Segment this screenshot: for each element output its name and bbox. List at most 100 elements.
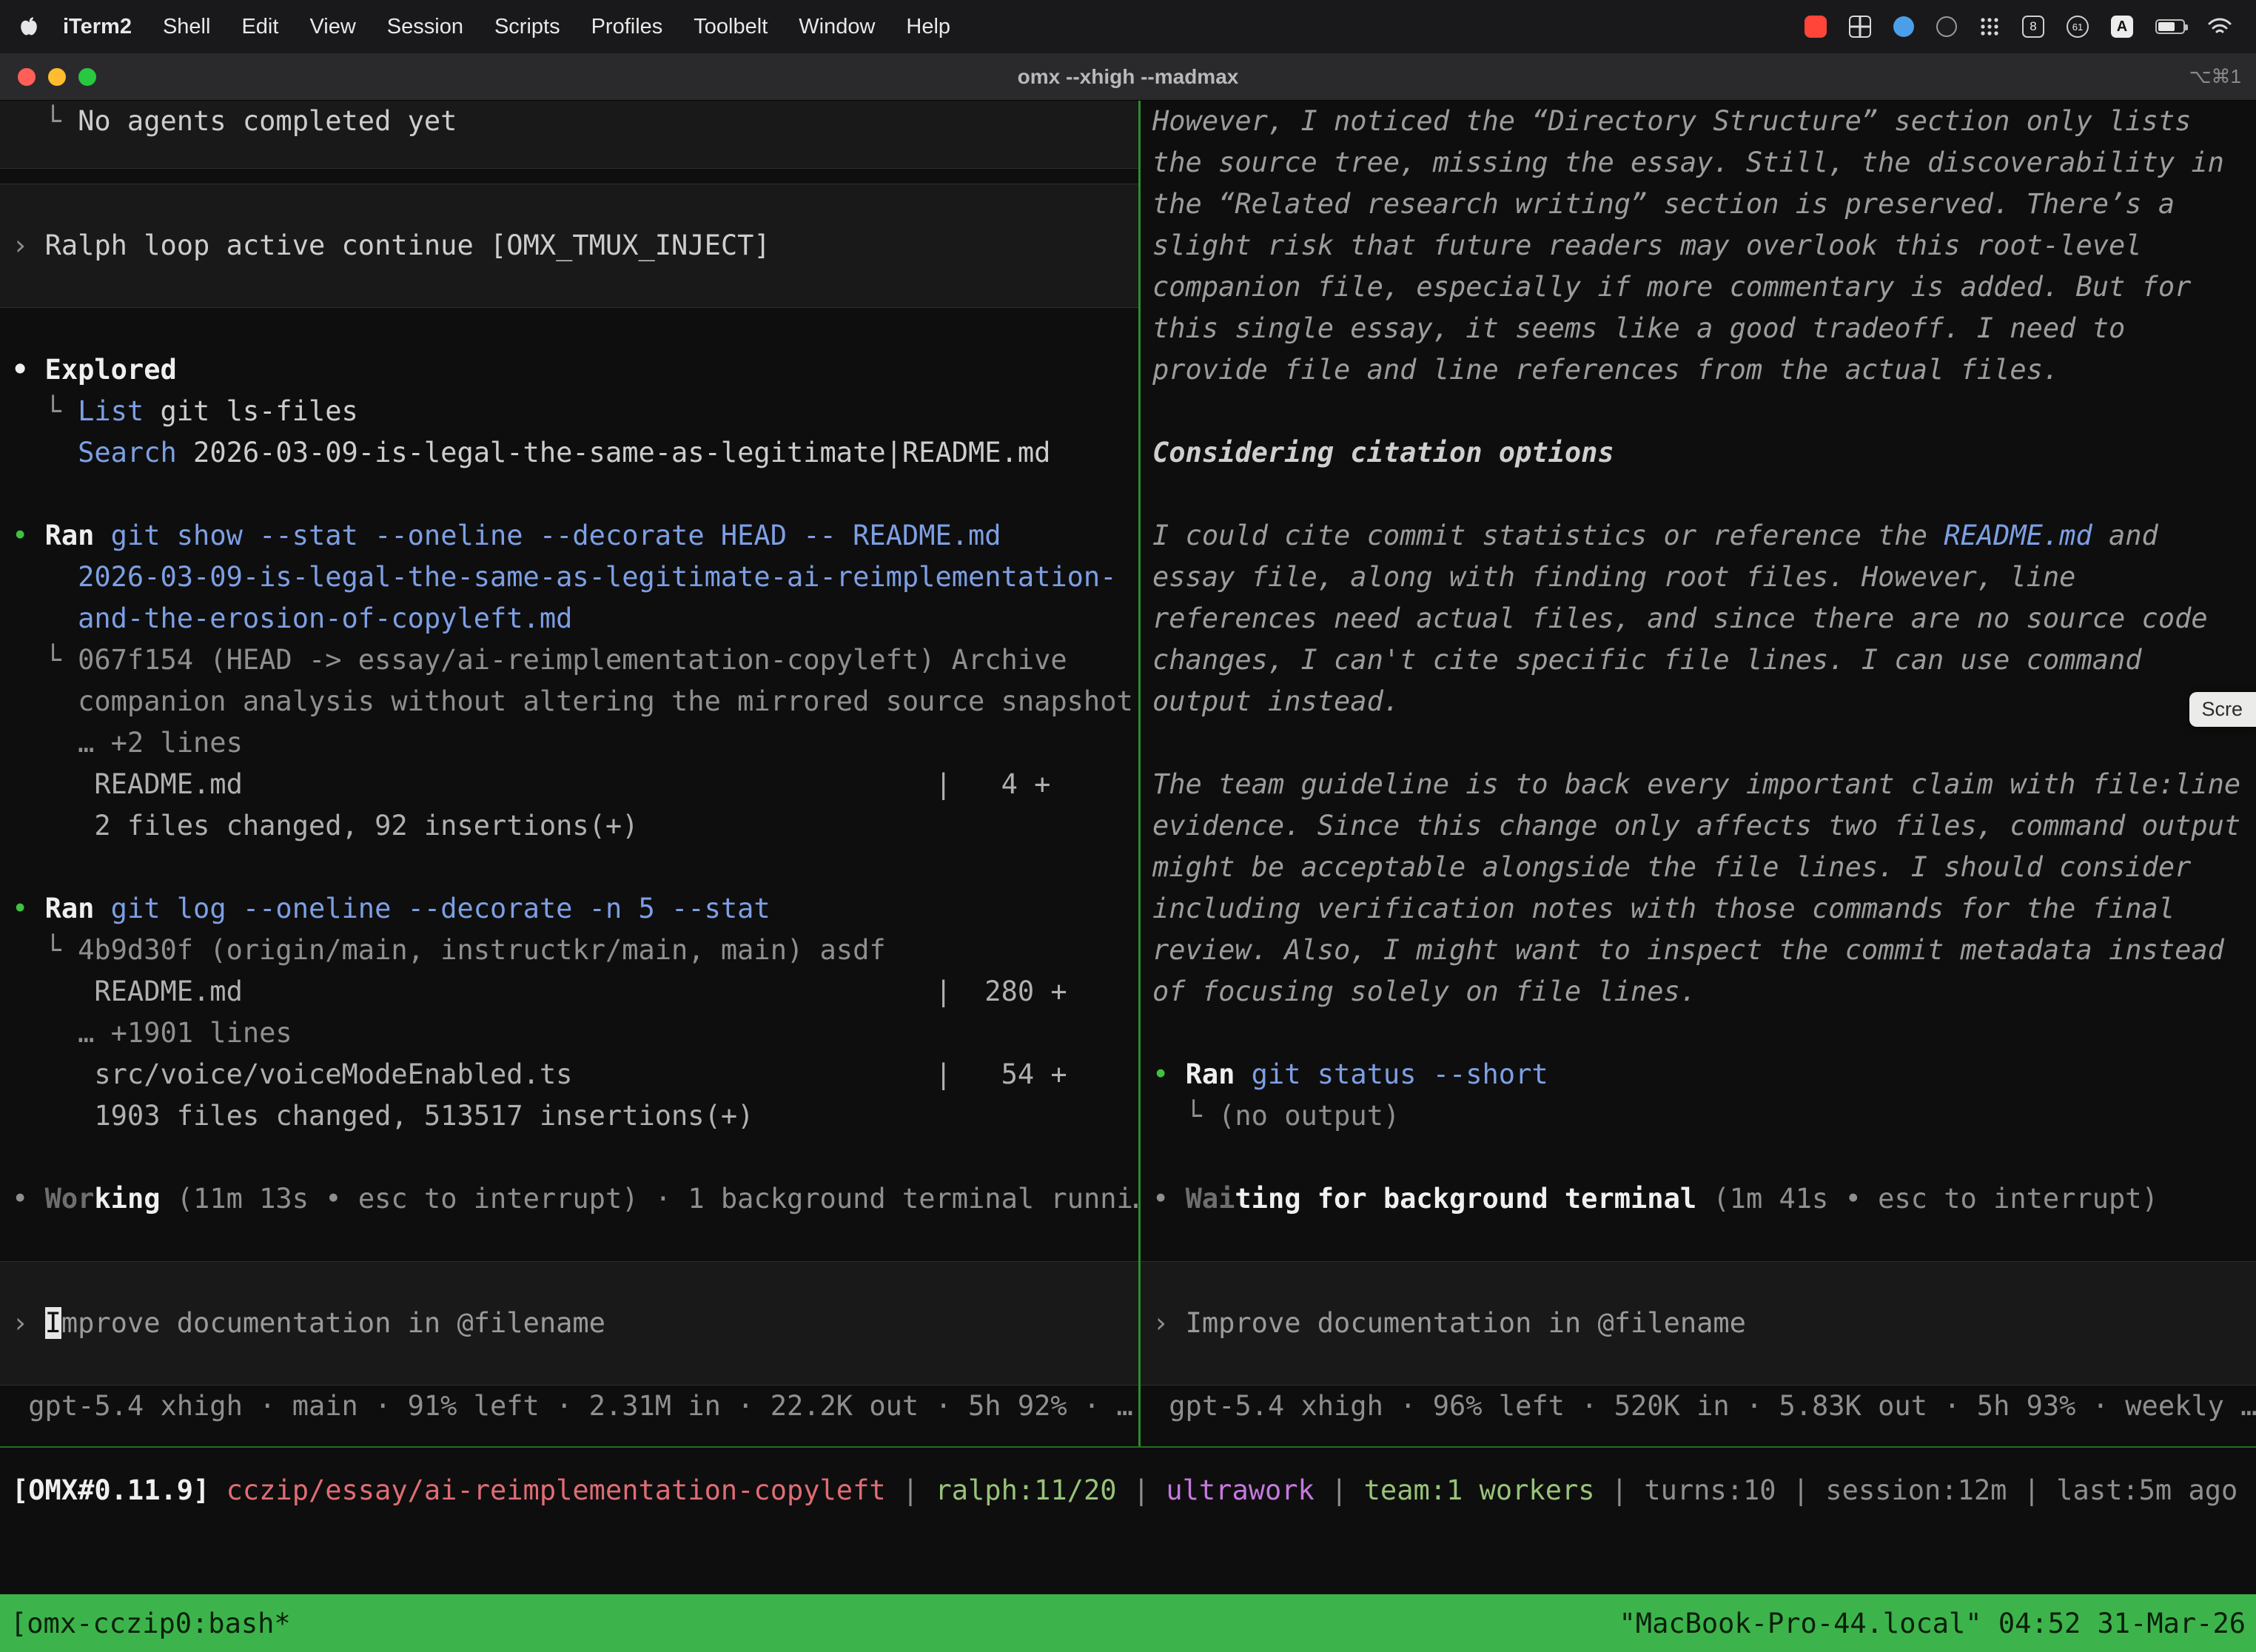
git-show-arg-1: 2026-03-09-is-legal-the-same-as-legitima… xyxy=(0,557,1138,598)
blank-line xyxy=(1141,722,2256,764)
blank-line xyxy=(1141,1137,2256,1178)
left-terminal-pane: └ No agents completed yet › Ralph loop ac… xyxy=(0,101,1138,1446)
window-grid-icon[interactable] xyxy=(1849,16,1871,38)
ran-git-status: • Ran git status --short xyxy=(1141,1054,2256,1095)
blank-line xyxy=(0,308,1138,349)
model-status: gpt-5.4 xhigh · 96% left · 520K in · 5.8… xyxy=(1141,1386,2256,1427)
blank-line xyxy=(0,847,1138,888)
git-log-output-2: … +1901 lines xyxy=(0,1013,1138,1054)
git-show-output-3: … +2 lines xyxy=(0,722,1138,764)
git-show-output-1: └ 067f154 (HEAD -> essay/ai-reimplementa… xyxy=(0,639,1138,681)
menu-item-profiles[interactable]: Profiles xyxy=(576,15,679,39)
git-log-stat-3: 1903 files changed, 513517 insertions(+) xyxy=(0,1095,1138,1137)
app-dark-icon[interactable] xyxy=(1936,16,1957,37)
battery-percent-ring-icon[interactable]: 61 xyxy=(2067,16,2089,38)
explored-search: Search 2026-03-09-is-legal-the-same-as-l… xyxy=(0,432,1138,474)
thinking-line: The team guideline is to back every impo… xyxy=(1141,764,2256,805)
thinking-line: changes, I can't cite specific file line… xyxy=(1141,639,2256,681)
thinking-line: provide file and line references from th… xyxy=(1141,349,2256,391)
ralph-loop-banner-text: › Ralph loop active continue [OMX_TMUX_I… xyxy=(0,225,1138,266)
model-status: gpt-5.4 xhigh · main · 91% left · 2.31M … xyxy=(0,1386,1138,1427)
dots-grid-icon[interactable] xyxy=(1979,16,2000,37)
tmux-host-clock: "MacBook-Pro-44.local" 04:52 31-Mar-26 xyxy=(1619,1608,2246,1639)
tmux-status-bar: [omx-cczip0:bash* "MacBook-Pro-44.local"… xyxy=(0,1594,2256,1652)
blank-line xyxy=(1141,391,2256,432)
git-show-stat-2: 2 files changed, 92 insertions(+) xyxy=(0,805,1138,847)
prompt-input-text: › Improve documentation in @filename xyxy=(1141,1303,2256,1344)
blank-line xyxy=(0,1137,1138,1178)
blank-line xyxy=(0,1220,1138,1261)
thinking-line: including verification notes with those … xyxy=(1141,888,2256,930)
menu-bar: iTerm2ShellEditViewSessionScriptsProfile… xyxy=(0,0,2256,53)
git-show-output-2: companion analysis without altering the … xyxy=(0,681,1138,722)
gap xyxy=(0,169,1138,184)
git-status-output: └ (no output) xyxy=(1141,1095,2256,1137)
right-terminal-pane: However, I noticed the “Directory Struct… xyxy=(1141,101,2256,1446)
tmux-session-label: [omx-cczip0:bash* xyxy=(10,1608,291,1639)
window-shortcut-badge: ⌥⌘1 xyxy=(2189,65,2256,88)
menu-items: iTerm2ShellEditViewSessionScriptsProfile… xyxy=(47,15,966,39)
thinking-line: However, I noticed the “Directory Struct… xyxy=(1141,101,2256,142)
thinking-line: slight risk that future readers may over… xyxy=(1141,225,2256,266)
screen-notification-tooltip[interactable]: Scre xyxy=(2189,692,2256,727)
menu-bar-status-icons: 8 61 A xyxy=(1805,16,2238,38)
thinking-line: the “Related research writing” section i… xyxy=(1141,184,2256,225)
ran-git-show: • Ran git show --stat --oneline --decora… xyxy=(0,515,1138,557)
git-log-output-1: └ 4b9d30f (origin/main, instructkr/main,… xyxy=(0,930,1138,971)
tmux-panes: └ No agents completed yet › Ralph loop ac… xyxy=(0,101,2256,1446)
git-show-arg-2: and-the-erosion-of-copyleft.md xyxy=(0,598,1138,639)
blank-line xyxy=(1141,474,2256,515)
apple-menu-icon[interactable] xyxy=(18,16,40,38)
thinking-line: of focusing solely on file lines. xyxy=(1141,971,2256,1013)
thinking-heading: Considering citation options xyxy=(1141,432,2256,474)
ran-git-log: • Ran git log --oneline --decorate -n 5 … xyxy=(0,888,1138,930)
terminal-window: └ No agents completed yet › Ralph loop ac… xyxy=(0,101,2256,1652)
prompt-input[interactable]: › Improve documentation in @filename xyxy=(0,1261,1138,1386)
blank-line xyxy=(1141,1013,2256,1054)
prompt-input-text: › Improve documentation in @filename xyxy=(0,1303,1138,1344)
thinking-line: the source tree, missing the essay. Stil… xyxy=(1141,142,2256,184)
thinking-line: references need actual files, and since … xyxy=(1141,598,2256,639)
prompt-input[interactable]: › Improve documentation in @filename xyxy=(1141,1261,2256,1386)
agents-panel-footer: └ No agents completed yet xyxy=(0,101,1138,169)
omx-status-line: [OMX#0.11.9] cczip/essay/ai-reimplementa… xyxy=(0,1470,2256,1511)
git-show-stat-1: README.md | 4 + xyxy=(0,764,1138,805)
working-status: • Working (11m 13s • esc to interrupt) ·… xyxy=(0,1178,1138,1220)
blank-line xyxy=(1141,1220,2256,1261)
git-log-stat-2: src/voice/voiceModeEnabled.ts | 54 + xyxy=(0,1054,1138,1095)
thinking-line: review. Also, I might want to inspect th… xyxy=(1141,930,2256,971)
wifi-icon[interactable] xyxy=(2207,17,2232,36)
menu-item-toolbelt[interactable]: Toolbelt xyxy=(678,15,783,39)
title-bar: omx --xhigh --madmax ⌥⌘1 xyxy=(0,53,2256,101)
menu-item-session[interactable]: Session xyxy=(372,15,479,39)
screen-recording-stop-icon[interactable] xyxy=(1805,16,1827,38)
menu-item-iterm2[interactable]: iTerm2 xyxy=(47,15,147,39)
pane-bottom-border xyxy=(0,1446,2256,1448)
window-title: omx --xhigh --madmax xyxy=(0,65,2256,89)
menu-item-window[interactable]: Window xyxy=(783,15,890,39)
waiting-status: • Waiting for background terminal (1m 41… xyxy=(1141,1178,2256,1220)
git-log-stat-1: README.md | 280 + xyxy=(0,971,1138,1013)
menu-item-scripts[interactable]: Scripts xyxy=(479,15,576,39)
menu-item-view[interactable]: View xyxy=(294,15,371,39)
battery-icon[interactable] xyxy=(2155,19,2185,34)
ralph-loop-banner[interactable]: › Ralph loop active continue [OMX_TMUX_I… xyxy=(0,184,1138,308)
input-source-a-icon[interactable]: A xyxy=(2111,16,2133,38)
thinking-line: essay file, along with finding root file… xyxy=(1141,557,2256,598)
thinking-line: might be acceptable alongside the file l… xyxy=(1141,847,2256,888)
thinking-line: this single essay, it seems like a good … xyxy=(1141,308,2256,349)
explored-list-files: └ List git ls-files xyxy=(0,391,1138,432)
menu-item-edit[interactable]: Edit xyxy=(226,15,294,39)
menu-item-help[interactable]: Help xyxy=(890,15,966,39)
keycap-8-icon[interactable]: 8 xyxy=(2022,16,2044,38)
omx-status-text: [OMX#0.11.9] cczip/essay/ai-reimplementa… xyxy=(0,1470,2256,1511)
thinking-line: I could cite commit statistics or refere… xyxy=(1141,515,2256,557)
blank-line xyxy=(0,474,1138,515)
thinking-line: companion file, especially if more comme… xyxy=(1141,266,2256,308)
agents-panel-footer-text: └ No agents completed yet xyxy=(0,101,1138,142)
thinking-line: evidence. Since this change only affects… xyxy=(1141,805,2256,847)
explored-header: • Explored xyxy=(0,349,1138,391)
app-blue-icon[interactable] xyxy=(1893,16,1914,37)
thinking-line: output instead. xyxy=(1141,681,2256,722)
menu-item-shell[interactable]: Shell xyxy=(147,15,226,39)
